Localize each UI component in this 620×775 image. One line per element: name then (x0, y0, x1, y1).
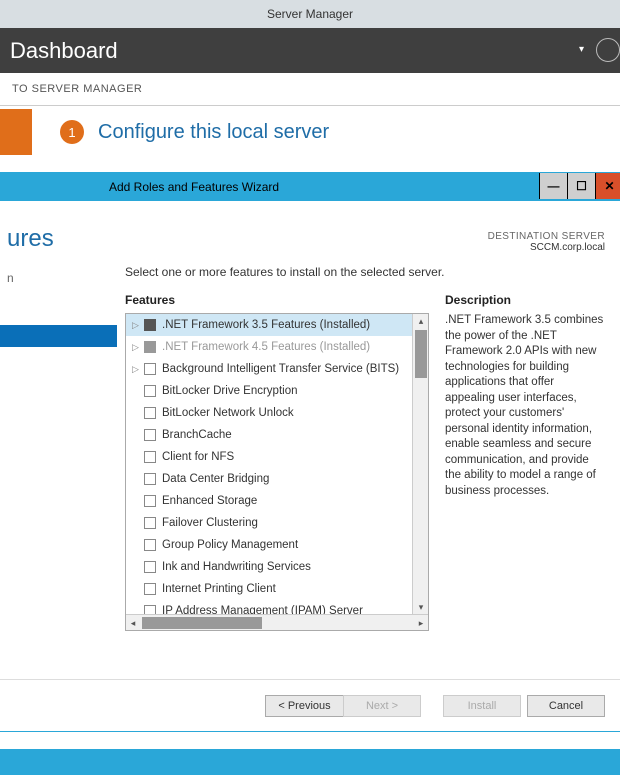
feature-label: .NET Framework 4.5 Features (Installed) (162, 341, 370, 353)
accent-bar (0, 109, 32, 155)
feature-checkbox[interactable] (144, 517, 156, 529)
scroll-thumb[interactable] (415, 330, 427, 378)
feature-row[interactable]: IP Address Management (IPAM) Server (126, 600, 412, 614)
feature-checkbox[interactable] (144, 363, 156, 375)
step-text: Configure this local server (98, 121, 329, 144)
feature-checkbox[interactable] (144, 341, 156, 353)
features-tree: ▷ .NET Framework 3.5 Features (Installed)… (125, 313, 429, 631)
wizard-titlebar[interactable]: Add Roles and Features Wizard — ☐ ✕ (0, 173, 620, 201)
wizard-title: Add Roles and Features Wizard (109, 180, 279, 194)
sidebar-item-partial[interactable]: n (0, 265, 117, 291)
expand-arrow-icon[interactable]: ▷ (132, 320, 142, 331)
feature-row[interactable]: ▷ .NET Framework 3.5 Features (Installed) (126, 314, 412, 336)
feature-label: BitLocker Network Unlock (162, 407, 294, 419)
feature-row[interactable]: BitLocker Drive Encryption (126, 380, 412, 402)
horizontal-scrollbar[interactable]: ◂ ▸ (126, 614, 428, 630)
destination-server-label: DESTINATION SERVER (488, 231, 605, 242)
server-manager-header: Dashboard ▾ (0, 28, 620, 73)
feature-checkbox[interactable] (144, 583, 156, 595)
close-button[interactable]: ✕ (595, 173, 620, 199)
scroll-thumb-horizontal[interactable] (142, 617, 262, 629)
feature-label: IP Address Management (IPAM) Server (162, 605, 363, 614)
feature-checkbox[interactable] (144, 605, 156, 614)
feature-checkbox[interactable] (144, 539, 156, 551)
window-controls: — ☐ ✕ (539, 173, 620, 199)
feature-checkbox[interactable] (144, 473, 156, 485)
install-button[interactable]: Install (443, 695, 521, 717)
feature-row[interactable]: Failover Clustering (126, 512, 412, 534)
feature-row[interactable]: BitLocker Network Unlock (126, 402, 412, 424)
feature-label: Enhanced Storage (162, 495, 257, 507)
welcome-label: TO SERVER MANAGER (0, 73, 620, 95)
server-manager-title: Server Manager (267, 7, 353, 21)
feature-row[interactable]: ▷ .NET Framework 4.5 Features (Installed) (126, 336, 412, 358)
feature-label: Group Policy Management (162, 539, 298, 551)
features-column: Features ▷ .NET Framework 3.5 Features (I… (125, 293, 429, 679)
feature-label: BranchCache (162, 429, 232, 441)
feature-row[interactable]: Data Center Bridging (126, 468, 412, 490)
feature-row[interactable]: Group Policy Management (126, 534, 412, 556)
dashboard-title: Dashboard (10, 38, 118, 64)
description-header: Description (445, 293, 611, 307)
feature-row[interactable]: Internet Printing Client (126, 578, 412, 600)
vertical-scrollbar[interactable]: ▴ ▾ (412, 314, 428, 614)
wizard-intro-text: Select one or more features to install o… (125, 265, 611, 279)
expand-arrow-icon[interactable]: ▷ (132, 342, 142, 353)
feature-row[interactable]: BranchCache (126, 424, 412, 446)
feature-label: BitLocker Drive Encryption (162, 385, 298, 397)
refresh-icon[interactable] (596, 38, 620, 62)
wizard-button-row: < Previous Next > Install Cancel (0, 679, 620, 731)
server-manager-titlebar: Server Manager (0, 0, 620, 28)
feature-label: Ink and Handwriting Services (162, 561, 311, 573)
feature-label: Internet Printing Client (162, 583, 276, 595)
feature-checkbox[interactable] (144, 495, 156, 507)
feature-label: Failover Clustering (162, 517, 258, 529)
bottom-accent-stripe (0, 749, 620, 775)
feature-checkbox[interactable] (144, 561, 156, 573)
description-column: Description .NET Framework 3.5 combines … (445, 293, 611, 679)
wizard-nav-sidebar: n (0, 259, 117, 679)
scroll-up-icon[interactable]: ▴ (413, 314, 428, 328)
feature-checkbox[interactable] (144, 319, 156, 331)
wizard-main: Select one or more features to install o… (117, 259, 620, 679)
feature-row[interactable]: Ink and Handwriting Services (126, 556, 412, 578)
wizard-header-row: ures DESTINATION SERVER SCCM.corp.local (0, 201, 620, 259)
sidebar-item-selected[interactable] (0, 325, 117, 347)
feature-label: Background Intelligent Transfer Service … (162, 363, 399, 375)
features-list[interactable]: ▷ .NET Framework 3.5 Features (Installed)… (126, 314, 412, 614)
scroll-left-icon[interactable]: ◂ (126, 615, 140, 631)
feature-row[interactable]: Enhanced Storage (126, 490, 412, 512)
cancel-button[interactable]: Cancel (527, 695, 605, 717)
wizard-page-title: ures (7, 225, 54, 253)
feature-checkbox[interactable] (144, 429, 156, 441)
minimize-button[interactable]: — (539, 173, 567, 199)
add-roles-features-wizard: Add Roles and Features Wizard — ☐ ✕ ures… (0, 172, 620, 732)
feature-label: Data Center Bridging (162, 473, 269, 485)
scroll-down-icon[interactable]: ▾ (413, 600, 428, 614)
scroll-right-icon[interactable]: ▸ (414, 615, 428, 631)
quick-start-step[interactable]: 1 Configure this local server (0, 106, 620, 158)
header-dropdown-caret-icon[interactable]: ▾ (579, 44, 584, 55)
feature-checkbox[interactable] (144, 385, 156, 397)
maximize-button[interactable]: ☐ (567, 173, 595, 199)
feature-label: .NET Framework 3.5 Features (Installed) (162, 319, 370, 331)
features-header: Features (125, 293, 429, 307)
destination-server-block: DESTINATION SERVER SCCM.corp.local (488, 231, 605, 253)
description-text: .NET Framework 3.5 combines the power of… (445, 313, 611, 499)
previous-button[interactable]: < Previous (265, 695, 343, 717)
destination-server-value: SCCM.corp.local (488, 242, 605, 253)
feature-checkbox[interactable] (144, 407, 156, 419)
expand-arrow-icon[interactable]: ▷ (132, 364, 142, 375)
feature-checkbox[interactable] (144, 451, 156, 463)
feature-row[interactable]: Client for NFS (126, 446, 412, 468)
step-number-badge: 1 (60, 120, 84, 144)
feature-row[interactable]: ▷ Background Intelligent Transfer Service… (126, 358, 412, 380)
feature-label: Client for NFS (162, 451, 234, 463)
next-button[interactable]: Next > (343, 695, 421, 717)
